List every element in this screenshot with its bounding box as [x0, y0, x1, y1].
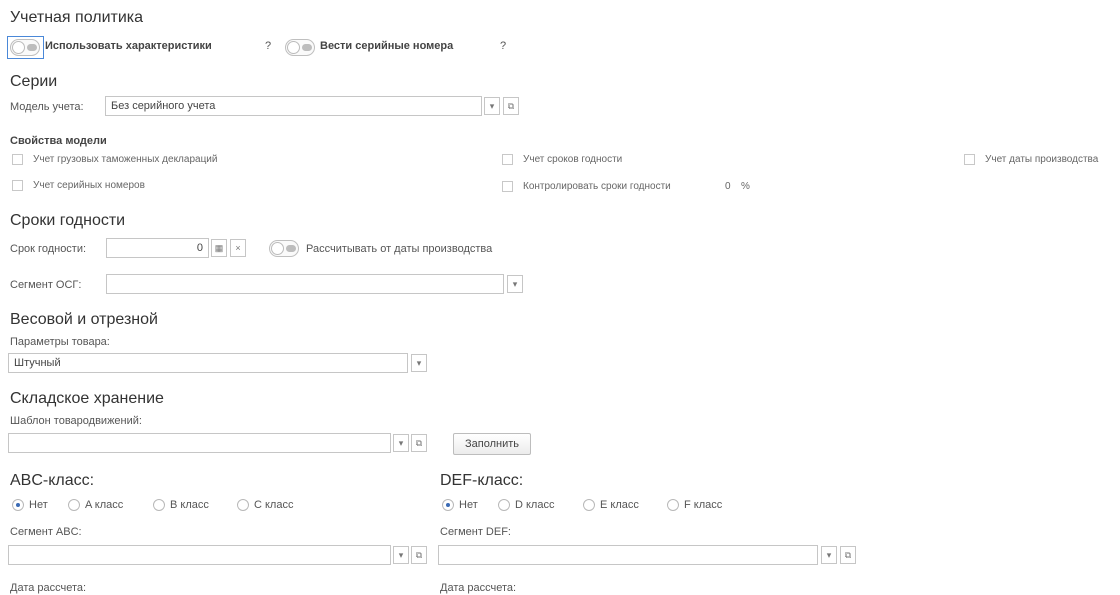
movement-template-field[interactable] [8, 433, 391, 453]
def-title: DEF-класс: [440, 472, 524, 489]
def-segment-label: Сегмент DEF: [440, 526, 511, 538]
abc-segment-label: Сегмент ABC: [10, 526, 82, 538]
def-radio-e[interactable] [583, 499, 595, 511]
abc-option-label: A класс [85, 499, 124, 511]
help-icon[interactable]: ? [500, 40, 506, 52]
calc-from-prod-label: Рассчитывать от даты производства [306, 243, 493, 255]
def-date-label: Дата рассчета: [440, 582, 517, 594]
dropdown-arrow-icon[interactable]: ▾ [393, 434, 409, 452]
item-params-field[interactable]: Штучный [8, 353, 408, 373]
movement-template-label: Шаблон товародвижений: [10, 415, 142, 427]
abc-radio-a[interactable] [68, 499, 80, 511]
calendar-icon[interactable]: ▦ [211, 239, 227, 257]
control-expiry-checkbox[interactable] [502, 181, 513, 192]
serials-label: Учет серийных номеров [33, 180, 145, 191]
use-characteristics-toggle[interactable] [10, 39, 40, 56]
open-form-icon[interactable]: ⧉ [411, 546, 427, 564]
prod-date-checkbox[interactable] [964, 154, 975, 165]
abc-date-label: Дата рассчета: [10, 582, 87, 594]
def-radio-f[interactable] [667, 499, 679, 511]
abc-option-label: B класс [170, 499, 209, 511]
abc-title: ABC-класс: [10, 472, 95, 489]
abc-option-label: C класс [254, 499, 294, 511]
osg-segment-field[interactable] [106, 274, 504, 294]
expiry-term-field[interactable]: 0 [106, 238, 209, 258]
def-segment-field[interactable] [438, 545, 818, 565]
expiry-checkbox[interactable] [502, 154, 513, 165]
weight-title: Весовой и отрезной [10, 311, 158, 328]
dropdown-arrow-icon[interactable]: ▾ [821, 546, 837, 564]
calc-from-prod-toggle[interactable] [269, 240, 299, 257]
osg-segment-label: Сегмент ОСГ: [10, 279, 82, 291]
use-characteristics-label: Использовать характеристики [45, 40, 212, 52]
control-expiry-label: Контролировать сроки годности [523, 181, 671, 192]
def-option-label: D класс [515, 499, 555, 511]
serials-checkbox[interactable] [12, 180, 23, 191]
def-option-label: Нет [459, 499, 478, 511]
open-form-icon[interactable]: ⧉ [411, 434, 427, 452]
model-label: Модель учета: [10, 101, 84, 113]
model-props-title: Свойства модели [10, 135, 107, 147]
def-radio-none[interactable] [442, 499, 454, 511]
open-form-icon[interactable]: ⧉ [840, 546, 856, 564]
abc-segment-field[interactable] [8, 545, 391, 565]
model-field[interactable]: Без серийного учета [105, 96, 482, 116]
fill-button[interactable]: Заполнить [453, 433, 531, 455]
open-form-icon[interactable]: ⧉ [503, 97, 519, 115]
item-params-label: Параметры товара: [10, 336, 110, 348]
abc-radio-b[interactable] [153, 499, 165, 511]
abc-radio-none[interactable] [12, 499, 24, 511]
dropdown-arrow-icon[interactable]: ▾ [484, 97, 500, 115]
abc-option-label: Нет [29, 499, 48, 511]
use-serials-toggle[interactable] [285, 39, 315, 56]
dropdown-arrow-icon[interactable]: ▾ [507, 275, 523, 293]
abc-radio-c[interactable] [237, 499, 249, 511]
clear-icon[interactable]: × [230, 239, 246, 257]
expiry-label: Учет сроков годности [523, 154, 623, 165]
dropdown-arrow-icon[interactable]: ▾ [393, 546, 409, 564]
help-icon[interactable]: ? [265, 40, 271, 52]
prod-date-label: Учет даты производства [985, 154, 1099, 165]
def-option-label: E класс [600, 499, 639, 511]
expiry-term-label: Срок годности: [10, 243, 87, 255]
dropdown-arrow-icon[interactable]: ▾ [411, 354, 427, 372]
gtd-label: Учет грузовых таможенных деклараций [33, 154, 218, 165]
def-option-label: F класс [684, 499, 723, 511]
expiry-title: Сроки годности [10, 212, 126, 229]
use-serials-label: Вести серийные номера [320, 40, 454, 52]
storage-title: Складское хранение [10, 390, 164, 407]
def-radio-d[interactable] [498, 499, 510, 511]
percent-sign: % [741, 181, 750, 192]
control-percent-field[interactable]: 0 [725, 181, 731, 192]
accounting-policy-title: Учетная политика [10, 9, 144, 26]
series-title: Серии [10, 73, 58, 90]
gtd-checkbox[interactable] [12, 154, 23, 165]
